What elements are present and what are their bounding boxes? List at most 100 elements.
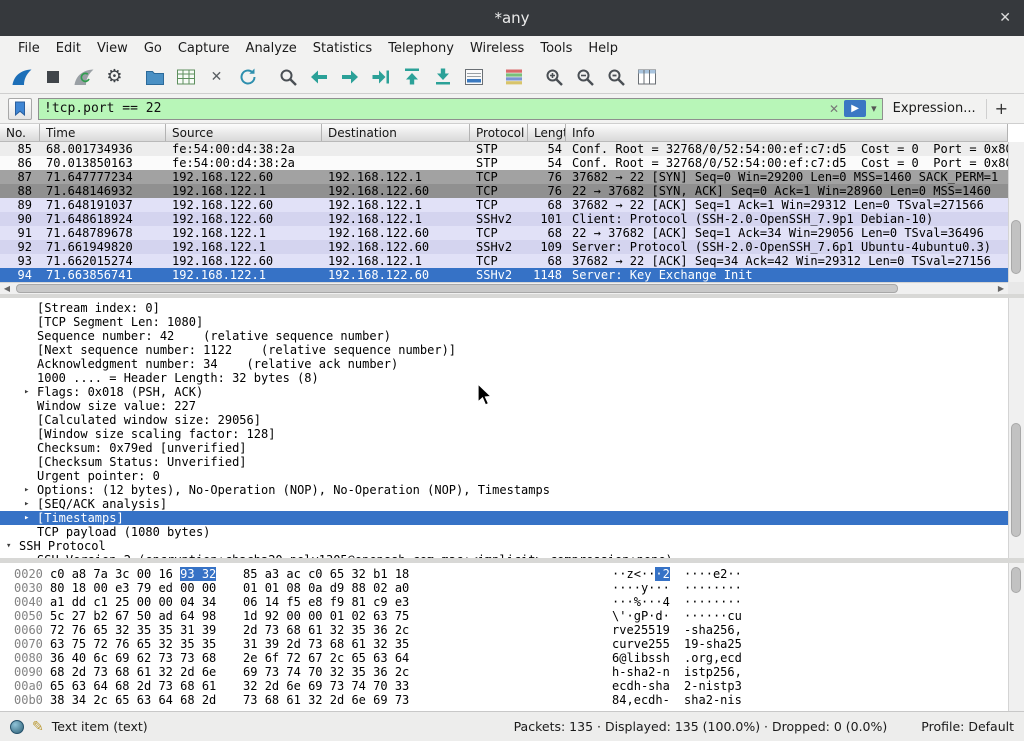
close-file-button[interactable]: ✕	[201, 63, 232, 91]
menu-item-statistics[interactable]: Statistics	[305, 39, 380, 58]
column-header-protocol[interactable]: Protocol	[470, 124, 528, 141]
tree-item[interactable]: ▸Options: (12 bytes), No-Operation (NOP)…	[0, 483, 1008, 497]
tree-item[interactable]: Acknowledgment number: 34 (relative ack …	[0, 357, 1008, 371]
bytes-scrollbar[interactable]	[1008, 563, 1024, 711]
tree-item[interactable]: Urgent pointer: 0	[0, 469, 1008, 483]
packet-row[interactable]: 8971.648191037192.168.122.60192.168.122.…	[0, 198, 1008, 212]
hex-row[interactable]: 00b038 34 2c 65 63 64 68 2d73 68 61 32 2…	[0, 693, 1008, 707]
details-scrollbar[interactable]	[1008, 298, 1024, 558]
expander-open-icon[interactable]: ▾	[6, 539, 19, 553]
stop-capture-button[interactable]	[37, 63, 68, 91]
packet-row[interactable]: 9471.663856741192.168.122.1192.168.122.6…	[0, 268, 1008, 282]
go-first-button[interactable]	[396, 63, 427, 91]
expression-button[interactable]: Expression...	[889, 101, 980, 116]
menu-item-analyze[interactable]: Analyze	[238, 39, 305, 58]
scrollbar-thumb[interactable]	[1011, 220, 1021, 273]
menu-item-view[interactable]: View	[89, 39, 136, 58]
resize-columns-button[interactable]	[631, 63, 662, 91]
column-header-length[interactable]: Length	[528, 124, 566, 141]
filter-dropdown-icon[interactable]: ▾	[871, 102, 877, 115]
tree-item[interactable]: [Window size scaling factor: 128]	[0, 427, 1008, 441]
packet-list-scrollbar[interactable]	[1008, 142, 1024, 282]
packet-row[interactable]: 8871.648146932192.168.122.1192.168.122.6…	[0, 184, 1008, 198]
zoom-reset-button[interactable]	[600, 63, 631, 91]
packet-row[interactable]: 8568.001734936fe:54:00:d4:38:2aSTP54Conf…	[0, 142, 1008, 156]
profile-button[interactable]: Profile: Default	[921, 719, 1014, 734]
expander-closed-icon[interactable]: ▸	[24, 497, 37, 511]
tree-item[interactable]: Sequence number: 42 (relative sequence n…	[0, 329, 1008, 343]
hscroll-thumb[interactable]	[16, 284, 898, 293]
tree-item[interactable]: SSH Version 2 (encryption:chacha20-poly1…	[0, 553, 1008, 558]
expander-closed-icon[interactable]: ▸	[24, 385, 37, 399]
menu-item-edit[interactable]: Edit	[48, 39, 89, 58]
hex-row[interactable]: 007063 75 72 76 65 32 35 3531 39 2d 73 6…	[0, 637, 1008, 651]
tree-item[interactable]: [Checksum Status: Unverified]	[0, 455, 1008, 469]
tree-item[interactable]: TCP payload (1080 bytes)	[0, 525, 1008, 539]
go-back-button[interactable]	[303, 63, 334, 91]
colorize-button[interactable]	[498, 63, 529, 91]
tree-item[interactable]: [Stream index: 0]	[0, 301, 1008, 315]
goto-packet-button[interactable]	[365, 63, 396, 91]
column-header-destination[interactable]: Destination	[322, 124, 470, 141]
column-header-no[interactable]: No.	[0, 124, 40, 141]
capture-comment-icon[interactable]: ✎	[32, 719, 44, 735]
hex-row[interactable]: 006072 76 65 32 35 35 31 392d 73 68 61 3…	[0, 623, 1008, 637]
packet-row[interactable]: 9071.648618924192.168.122.60192.168.122.…	[0, 212, 1008, 226]
save-file-button[interactable]	[170, 63, 201, 91]
scrollbar-thumb[interactable]	[1011, 567, 1021, 593]
hex-row[interactable]: 008036 40 6c 69 62 73 73 682e 6f 72 67 2…	[0, 651, 1008, 665]
packet-row[interactable]: 8670.013850163fe:54:00:d4:38:2aSTP54Conf…	[0, 156, 1008, 170]
scroll-right-icon[interactable]: ▶	[994, 284, 1008, 293]
expert-info-icon[interactable]	[10, 720, 24, 734]
scrollbar-thumb[interactable]	[1011, 423, 1021, 537]
packet-row[interactable]: 9171.648789678192.168.122.1192.168.122.6…	[0, 226, 1008, 240]
column-header-info[interactable]: Info	[566, 124, 1008, 141]
filter-clear-icon[interactable]: ✕	[829, 102, 839, 116]
restart-capture-button[interactable]	[68, 63, 99, 91]
hex-row[interactable]: 00a065 63 64 68 2d 73 68 6132 2d 6e 69 7…	[0, 679, 1008, 693]
hex-row[interactable]: 0040a1 dd c1 25 00 00 04 3406 14 f5 e8 f…	[0, 595, 1008, 609]
tree-item[interactable]: Checksum: 0x79ed [unverified]	[0, 441, 1008, 455]
tree-item[interactable]: ▸Flags: 0x018 (PSH, ACK)	[0, 385, 1008, 399]
tree-item[interactable]: ▸[Timestamps]	[0, 511, 1008, 525]
open-file-button[interactable]	[139, 63, 170, 91]
menu-item-tools[interactable]: Tools	[532, 39, 580, 58]
hex-row[interactable]: 009068 2d 73 68 61 32 2d 6e69 73 74 70 3…	[0, 665, 1008, 679]
column-header-time[interactable]: Time	[40, 124, 166, 141]
reload-file-button[interactable]	[232, 63, 263, 91]
hex-row[interactable]: 0020c0 a8 7a 3c 00 16 93 3285 a3 ac c0 6…	[0, 567, 1008, 581]
packet-row[interactable]: 8771.647777234192.168.122.60192.168.122.…	[0, 170, 1008, 184]
tree-item[interactable]: 1000 .... = Header Length: 32 bytes (8)	[0, 371, 1008, 385]
menu-item-capture[interactable]: Capture	[170, 39, 238, 58]
add-filter-button[interactable]: +	[986, 99, 1016, 119]
window-close-button[interactable]: ✕	[999, 10, 1011, 26]
autoscroll-button[interactable]	[458, 63, 489, 91]
tree-item[interactable]: ▸[SEQ/ACK analysis]	[0, 497, 1008, 511]
menu-item-telephony[interactable]: Telephony	[380, 39, 462, 58]
zoom-out-button[interactable]	[569, 63, 600, 91]
expander-closed-icon[interactable]: ▸	[24, 511, 37, 525]
packet-list-hscrollbar[interactable]: ◀ ▶	[0, 282, 1008, 294]
go-forward-button[interactable]	[334, 63, 365, 91]
capture-options-button[interactable]: ⚙	[99, 63, 130, 91]
menu-item-go[interactable]: Go	[136, 39, 170, 58]
menu-item-wireless[interactable]: Wireless	[462, 39, 532, 58]
tree-item[interactable]: [TCP Segment Len: 1080]	[0, 315, 1008, 329]
expander-closed-icon[interactable]: ▸	[24, 483, 37, 497]
hex-row[interactable]: 003080 18 00 e3 79 ed 00 0001 01 08 0a d…	[0, 581, 1008, 595]
find-packet-button[interactable]	[272, 63, 303, 91]
tree-item[interactable]: ▾SSH Protocol	[0, 539, 1008, 553]
column-header-source[interactable]: Source	[166, 124, 322, 141]
tree-item[interactable]: [Calculated window size: 29056]	[0, 413, 1008, 427]
menu-item-file[interactable]: File	[10, 39, 48, 58]
display-filter-input[interactable]	[44, 99, 824, 119]
start-capture-button[interactable]	[6, 63, 37, 91]
scroll-left-icon[interactable]: ◀	[0, 284, 14, 293]
tree-item[interactable]: [Next sequence number: 1122 (relative se…	[0, 343, 1008, 357]
go-last-button[interactable]	[427, 63, 458, 91]
hex-row[interactable]: 00505c 27 b2 67 50 ad 64 981d 92 00 00 0…	[0, 609, 1008, 623]
packet-row[interactable]: 9271.661949820192.168.122.1192.168.122.6…	[0, 240, 1008, 254]
menu-item-help[interactable]: Help	[580, 39, 626, 58]
filter-bookmark-button[interactable]	[8, 98, 32, 120]
packet-row[interactable]: 9371.662015274192.168.122.60192.168.122.…	[0, 254, 1008, 268]
